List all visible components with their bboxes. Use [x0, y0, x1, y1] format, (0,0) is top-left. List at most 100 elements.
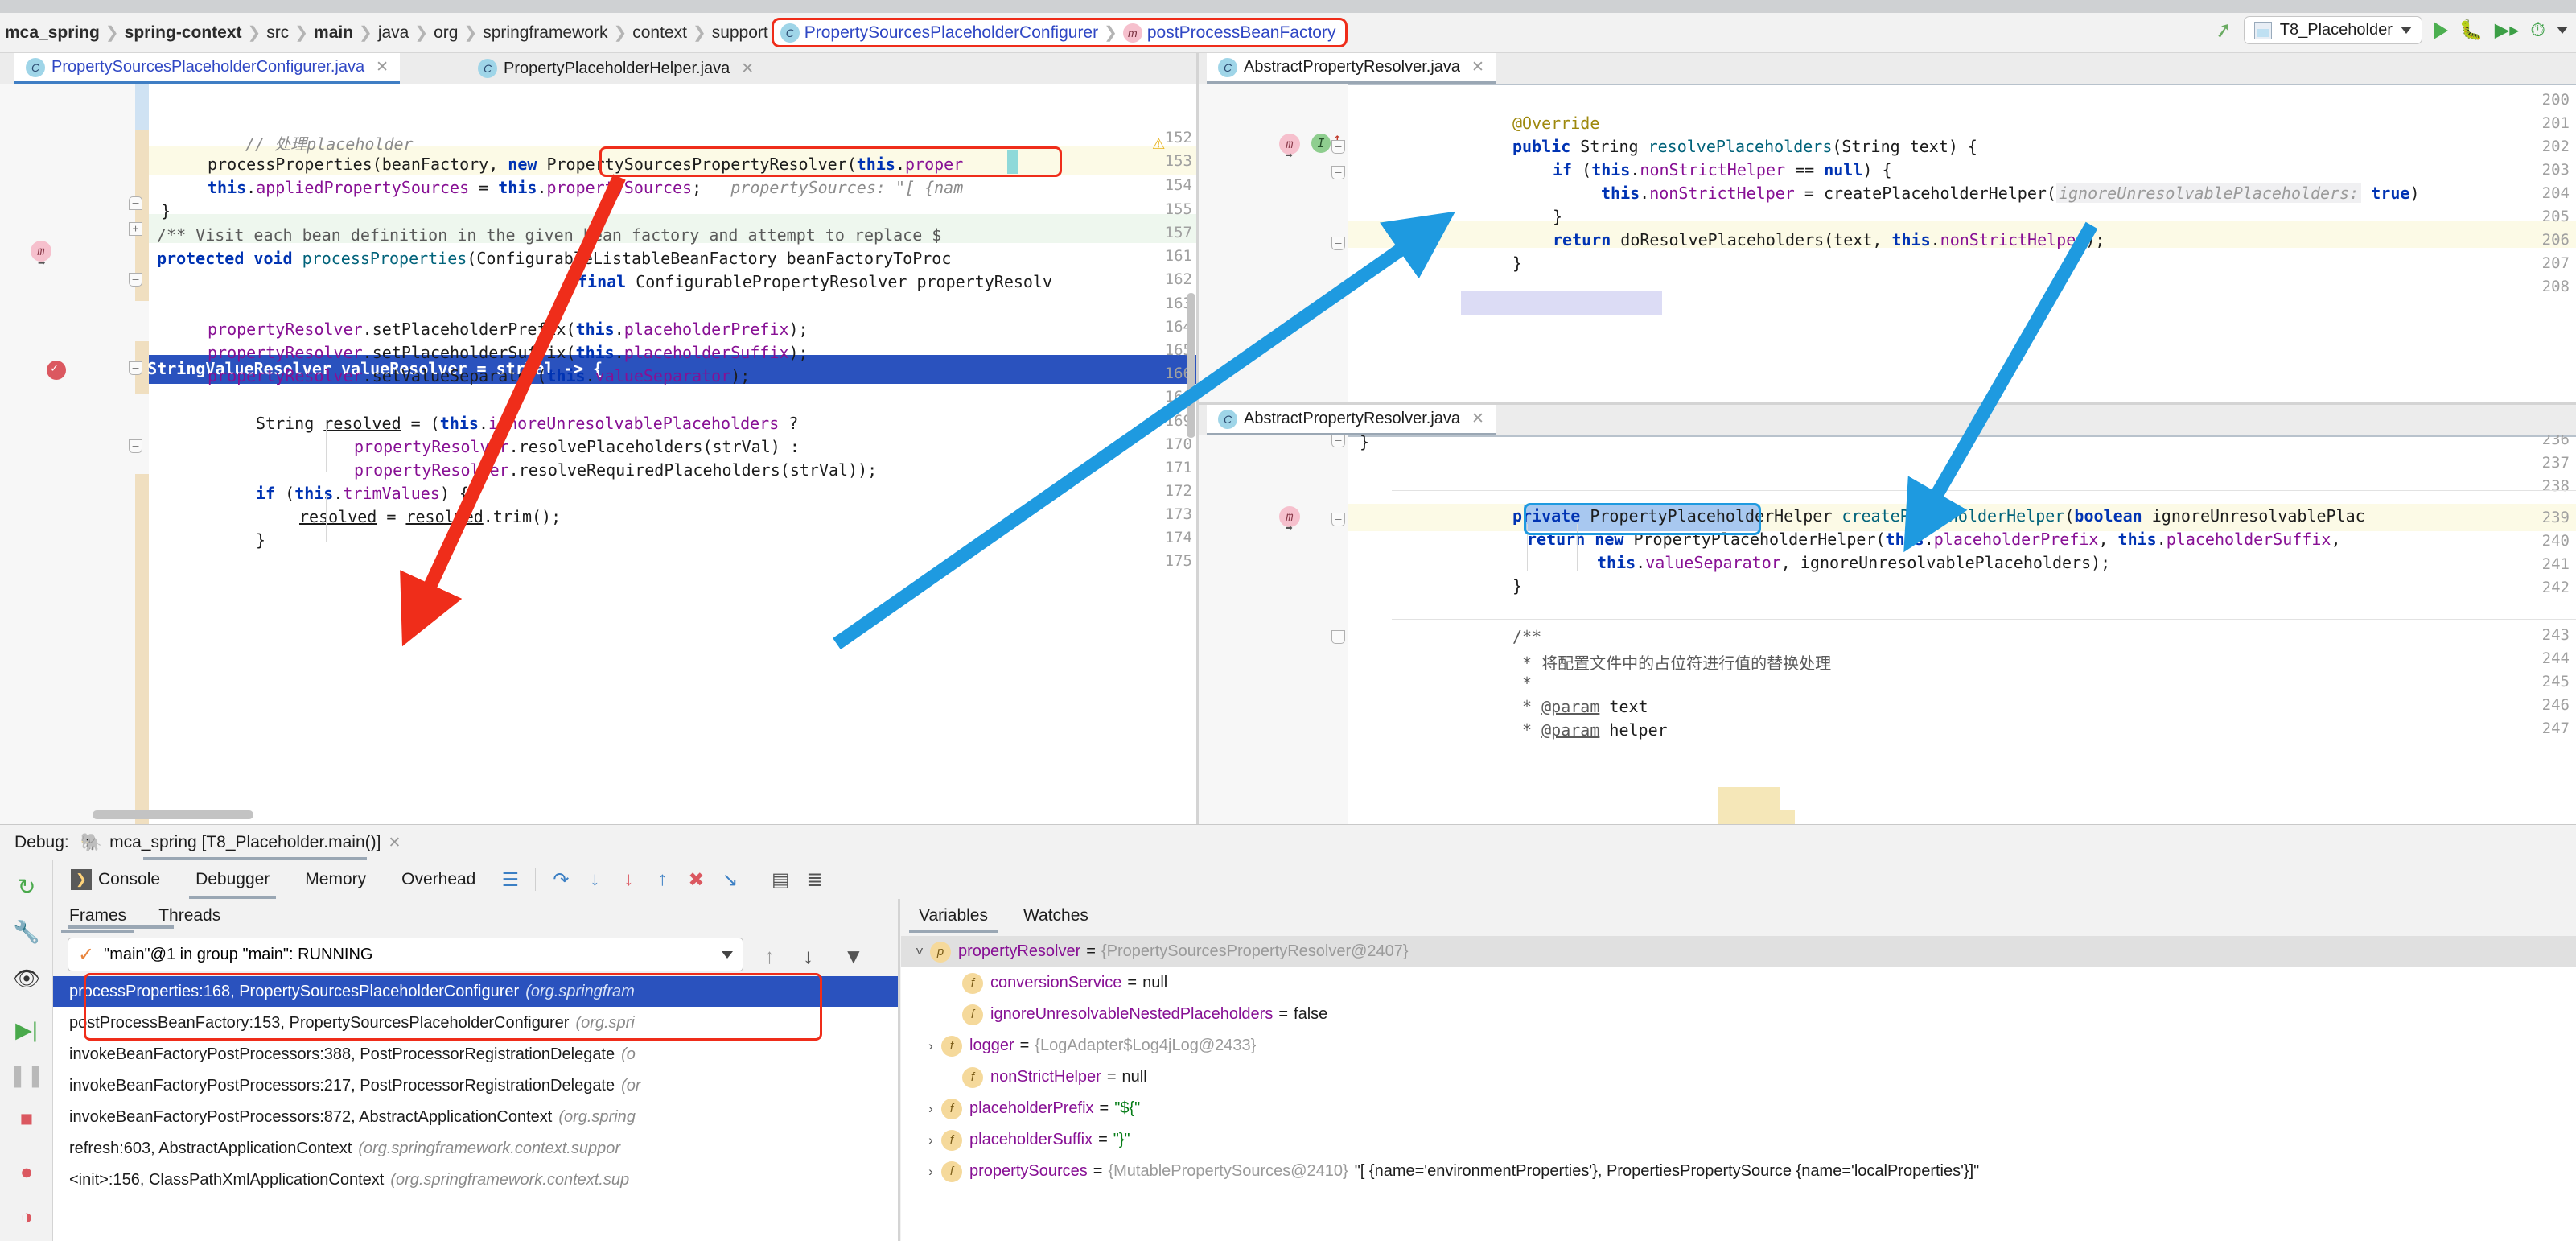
variable-row[interactable]: › f propertySources = {MutablePropertySo… [901, 1156, 2576, 1187]
debug-session-tab[interactable]: 🐘 mca_spring [T8_Placeholder.main()] ✕ [80, 832, 401, 853]
breadcrumb-item-class[interactable]: PropertySourcesPlaceholderConfigurer [804, 23, 1098, 43]
profiler-icon[interactable]: ⏱ [2530, 19, 2545, 42]
resume-icon[interactable]: ▶| [11, 1015, 42, 1045]
editor-scrollbar-vertical[interactable] [1187, 293, 1195, 438]
chevron-down-icon[interactable] [722, 950, 733, 959]
variable-row[interactable]: › f placeholderPrefix = "${" [901, 1093, 2576, 1124]
fold-collapse-icon[interactable]: – [129, 361, 142, 375]
chevron-right-icon[interactable]: › [920, 1164, 941, 1180]
close-icon[interactable]: ✕ [1471, 58, 1484, 76]
thread-selector[interactable]: ✓ "main"@1 in group "main": RUNNING [68, 938, 743, 971]
layout-icon[interactable]: ☰ [493, 863, 527, 897]
editor-tab-pph[interactable]: C PropertyPlaceholderHelper.java ✕ [467, 53, 766, 84]
chevron-right-icon[interactable]: › [920, 1038, 941, 1054]
settings-icon[interactable]: ≣ [797, 863, 831, 897]
breadcrumb-item-context[interactable]: context [632, 23, 687, 43]
filter-icon[interactable]: ▼ [843, 944, 864, 969]
fold-collapse-icon[interactable]: – [1331, 140, 1345, 154]
frame-row[interactable]: <init>:156, ClassPathXmlApplicationConte… [53, 1165, 898, 1195]
chevron-right-icon[interactable]: › [920, 1101, 941, 1117]
tab-variables[interactable]: Variables [901, 899, 1006, 933]
hammer-icon[interactable]: ➚ [2212, 16, 2234, 43]
breadcrumb-item-module[interactable]: spring-context [125, 23, 242, 43]
frame-row[interactable]: invokeBeanFactoryPostProcessors:872, Abs… [53, 1102, 898, 1132]
step-over-icon[interactable]: ↷ [544, 863, 578, 897]
breadcrumb-item-support[interactable]: support [712, 23, 768, 43]
fold-collapse-icon[interactable]: – [1331, 237, 1345, 250]
more-chevron-icon[interactable] [2557, 27, 2568, 34]
variable-row[interactable]: f conversionService = null [901, 967, 2576, 999]
editor-right-bottom[interactable]: 236 237 238 239 240 241 242 243 244 245 … [1199, 435, 2576, 824]
drop-frame-icon[interactable]: ✖ [679, 863, 713, 897]
editor-scrollbar-horizontal[interactable] [93, 810, 253, 819]
step-out-icon[interactable]: ↑ [645, 863, 679, 897]
arrow-down-icon[interactable]: ↓ [803, 944, 813, 969]
debug-tab-console[interactable]: ❯ Console [53, 860, 178, 899]
frame-row[interactable]: processProperties:168, PropertySourcesPl… [53, 976, 898, 1007]
stop-icon[interactable]: ■ [11, 1103, 42, 1134]
breadcrumb-item-method[interactable]: postProcessBeanFactory [1147, 23, 1336, 43]
watch-eye-icon[interactable]: 👁 [11, 963, 42, 994]
breadcrumb-item-java[interactable]: java [378, 23, 409, 43]
warning-icon[interactable]: ⚠ [1152, 130, 1165, 155]
implements-gutter-icon[interactable]: I [1311, 134, 1331, 153]
debug-split-divider[interactable] [898, 899, 900, 1241]
gutter-right-bottom[interactable] [1199, 435, 1348, 824]
editor-left[interactable]: StringValueResolver valueResolver = strV… [0, 84, 1199, 824]
tab-watches[interactable]: Watches [1006, 899, 1106, 933]
close-icon[interactable]: ✕ [388, 834, 401, 852]
fold-collapse-icon[interactable]: – [1331, 166, 1345, 179]
editor-split-divider-horizontal[interactable] [1199, 402, 2576, 405]
rerun-icon[interactable]: ↻ [11, 872, 42, 902]
variable-row[interactable]: ˅ p propertyResolver = {PropertySourcesP… [901, 936, 2576, 967]
fold-collapse-icon[interactable]: – [129, 439, 142, 453]
editor-split-divider-vertical[interactable] [1196, 53, 1199, 824]
fold-collapse-icon[interactable]: – [129, 273, 142, 287]
close-icon[interactable]: ✕ [1471, 410, 1484, 428]
settings-wrench-icon[interactable]: 🔧 [11, 917, 42, 947]
chevron-right-icon[interactable]: › [920, 1132, 941, 1148]
run-icon[interactable] [2433, 21, 2448, 39]
mute-breakpoints-icon[interactable]: ◑ [11, 1202, 42, 1232]
view-breakpoints-icon[interactable]: ● [11, 1156, 42, 1187]
editor-right-top[interactable]: 200 201 202 203 204 205 206 207 208 m ➡ … [1199, 84, 2576, 418]
close-icon[interactable]: ✕ [741, 60, 754, 78]
chevron-down-icon[interactable]: ˅ [909, 944, 930, 960]
evaluate-icon[interactable]: ▤ [763, 863, 797, 897]
breadcrumb-item-project[interactable]: mca_spring [5, 23, 100, 43]
variable-row[interactable]: f ignoreUnresolvableNestedPlaceholders =… [901, 999, 2576, 1030]
variable-row[interactable]: › f logger = {LogAdapter$Log4jLog@2433} [901, 1030, 2576, 1062]
breadcrumb-item-springframework[interactable]: springframework [483, 23, 607, 43]
close-icon[interactable]: ✕ [376, 58, 389, 76]
fold-collapse-icon[interactable]: – [129, 196, 142, 210]
debug-tab-overhead[interactable]: Overhead [384, 860, 493, 899]
frame-row[interactable]: refresh:603, AbstractApplicationContext (… [53, 1133, 898, 1164]
frame-row[interactable]: invokeBeanFactoryPostProcessors:217, Pos… [53, 1070, 898, 1101]
fold-collapse-icon[interactable]: – [1331, 435, 1345, 447]
run-configuration-selector[interactable]: T8_Placeholder [2243, 16, 2422, 44]
fold-collapse-icon[interactable]: – [1331, 630, 1345, 644]
variable-row[interactable]: f nonStrictHelper = null [901, 1062, 2576, 1093]
force-step-into-icon[interactable]: ↓ [611, 863, 645, 897]
run-to-cursor-icon[interactable]: ↘ [713, 863, 747, 897]
arrow-up-icon[interactable]: ↑ [764, 944, 775, 969]
step-into-icon[interactable]: ↓ [578, 863, 611, 897]
frame-row[interactable]: invokeBeanFactoryPostProcessors:388, Pos… [53, 1039, 898, 1070]
fold-collapse-icon[interactable]: – [1331, 513, 1345, 526]
debug-tab-debugger[interactable]: Debugger [178, 860, 287, 899]
fold-expand-icon[interactable]: + [129, 222, 142, 236]
variables-tree[interactable]: ˅ p propertyResolver = {PropertySourcesP… [901, 936, 2576, 1241]
debug-tab-memory[interactable]: Memory [287, 860, 384, 899]
gutter-left[interactable] [0, 84, 149, 824]
frame-row[interactable]: postProcessBeanFactory:153, PropertySour… [53, 1008, 898, 1038]
pause-icon[interactable]: ❚❚ [8, 1060, 44, 1091]
breadcrumb-item-main[interactable]: main [314, 23, 353, 43]
breadcrumb-item-src[interactable]: src [266, 23, 289, 43]
frames-list[interactable]: processProperties:168, PropertySourcesPl… [53, 976, 898, 1241]
variable-row[interactable]: › f placeholderSuffix = "}" [901, 1124, 2576, 1156]
debug-icon[interactable]: 🐛 [2459, 19, 2483, 42]
run-with-coverage-icon[interactable]: ▶▸ [2495, 19, 2520, 42]
editor-tab-psphc[interactable]: C PropertySourcesPlaceholderConfigurer.j… [14, 53, 401, 84]
breadcrumb-item-org[interactable]: org [434, 23, 458, 43]
editor-tab-apr-top[interactable]: C AbstractPropertyResolver.java ✕ [1207, 53, 1496, 84]
